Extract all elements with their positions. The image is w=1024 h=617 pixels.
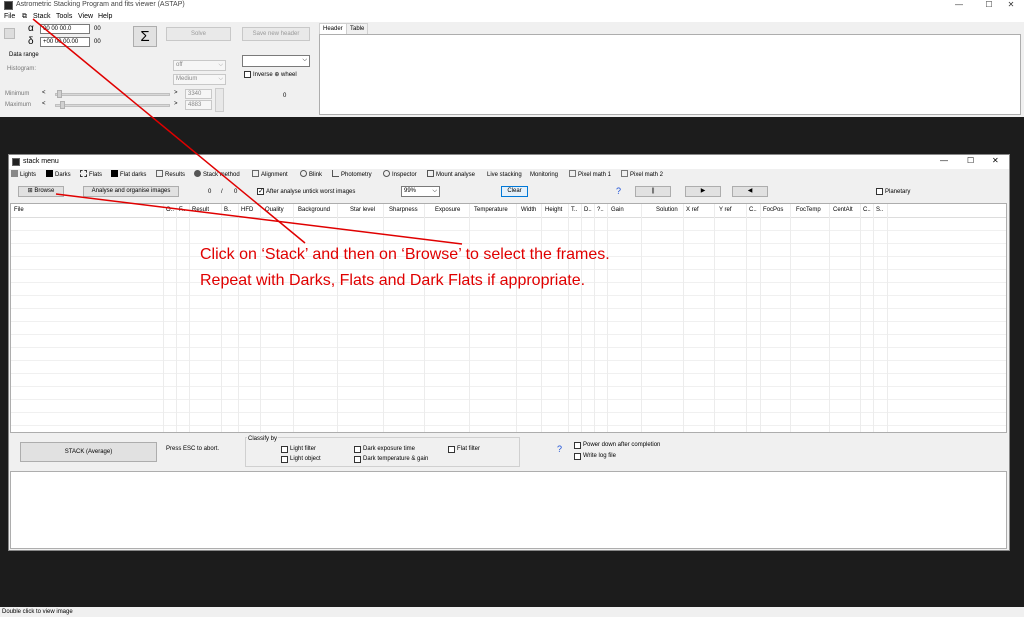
status-bar: Double click to view image	[0, 607, 1024, 617]
annotation-line-2: Repeat with Darks, Flats and Dark Flats …	[200, 272, 586, 289]
arrow-to-browse	[55, 193, 463, 245]
annotation-arrows	[32, 18, 463, 245]
annotation-line-1: Click on ‘Stack’ and then on ‘Browse’ to…	[200, 246, 610, 263]
arrow-to-stack-menu	[32, 18, 306, 244]
